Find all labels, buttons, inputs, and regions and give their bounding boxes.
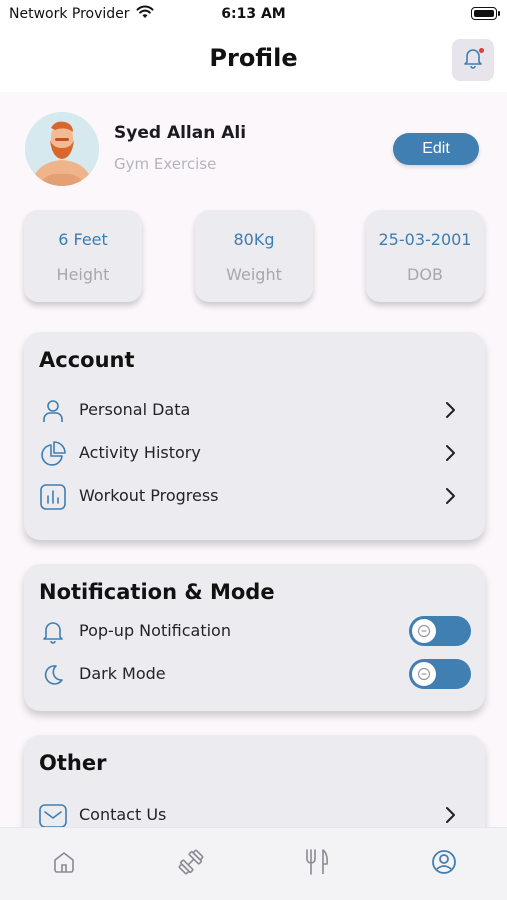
account-heading: Account [39,348,135,372]
notification-dot [479,48,484,53]
user-icon [38,396,68,426]
battery-icon [471,7,500,20]
account-card: Account Personal Data Activity History W… [24,332,485,540]
height-value: 6 Feet [58,230,108,249]
toggle-knob [412,619,436,643]
profile-icon[interactable] [429,847,459,877]
clock: 6:13 AM [221,6,286,22]
user-name: Syed Allan Ali [114,123,247,143]
dark-mode-toggle[interactable] [409,659,471,689]
personal-data-label: Personal Data [79,400,191,419]
chevron-right-icon [442,443,458,463]
chevron-right-icon [442,400,458,420]
user-role: Gym Exercise [114,155,217,173]
dumbbell-icon[interactable] [176,847,206,877]
workout-progress-label: Workout Progress [79,486,219,505]
home-icon[interactable] [49,847,79,877]
notification-item-dark-mode: Dark Mode [38,656,474,692]
account-item-personal-data[interactable]: Personal Data [38,392,474,428]
dob-value: 25-03-2001 [378,230,472,249]
page-title: Profile [209,44,298,72]
account-item-activity-history[interactable]: Activity History [38,435,474,471]
dark-mode-label: Dark Mode [79,664,166,683]
activity-history-label: Activity History [79,443,201,462]
moon-icon [38,660,68,690]
popup-notification-toggle[interactable] [409,616,471,646]
bar-chart-icon [38,482,68,512]
toggle-knob [412,662,436,686]
stat-card-dob: 25-03-2001 DOB [366,210,484,302]
notification-card: Notification & Mode Pop-up Notification … [24,564,485,711]
account-item-workout-progress[interactable]: Workout Progress [38,478,474,514]
tab-bar [0,827,507,900]
stat-card-weight: 80Kg Weight [195,210,313,302]
weight-label: Weight [226,265,282,284]
notification-heading: Notification & Mode [39,580,275,604]
dob-label: DOB [407,265,443,284]
edit-button[interactable]: Edit [393,133,479,165]
notification-button[interactable] [452,39,494,81]
fork-knife-icon[interactable] [302,847,332,877]
chevron-right-icon [442,805,458,825]
chevron-right-icon [442,486,458,506]
notification-item-popup: Pop-up Notification [38,613,474,649]
weight-value: 80Kg [233,230,275,249]
popup-notification-label: Pop-up Notification [79,621,231,640]
height-label: Height [56,265,110,284]
stat-card-height: 6 Feet Height [24,210,142,302]
bell-icon [38,617,68,647]
header: Profile [0,30,507,92]
contact-us-label: Contact Us [79,805,167,824]
avatar[interactable] [25,112,99,186]
other-heading: Other [39,751,107,775]
status-bar: Network Provider 6:13 AM [0,0,507,30]
pie-chart-icon [38,439,68,469]
